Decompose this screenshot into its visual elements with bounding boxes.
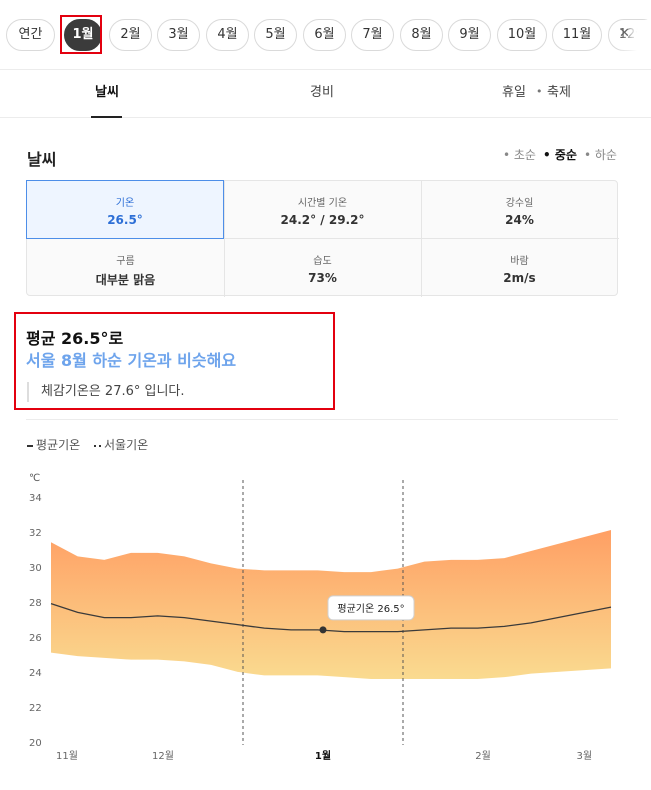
close-icon[interactable]: ✕: [619, 26, 630, 41]
dotted-line-icon: [94, 444, 101, 447]
month-chip-apr[interactable]: 4월: [206, 19, 249, 51]
y-tick-label: 30: [29, 563, 42, 574]
tab-separator-dot: •: [536, 85, 543, 98]
month-chip-oct[interactable]: 10월: [497, 19, 547, 51]
selected-month-highlight: [60, 15, 102, 54]
tab-festival[interactable]: 축제: [542, 70, 576, 118]
month-chip-feb[interactable]: 2월: [109, 19, 152, 51]
stat-value: 24.2° / 29.2°: [280, 213, 365, 227]
category-tabs: 날씨 경비 휴일 축제: [0, 70, 651, 118]
solid-line-icon: [27, 444, 33, 447]
segment-late[interactable]: • 하순: [584, 146, 617, 163]
stat-label: 구름: [116, 256, 135, 267]
tab-weather[interactable]: 날씨: [70, 70, 144, 118]
unit-label: ℃: [29, 473, 40, 484]
x-tick-label: 12월: [152, 750, 174, 762]
stat-hourly-temperature[interactable]: 시간별 기온 24.2° / 29.2°: [224, 181, 421, 238]
y-tick-label: 34: [29, 493, 42, 504]
stat-cloud[interactable]: 구름 대부분 맑음: [27, 239, 224, 296]
stat-humidity[interactable]: 습도 73%: [224, 239, 421, 296]
stat-value: 24%: [505, 213, 534, 227]
month-chip-mar[interactable]: 3월: [157, 19, 200, 51]
chart-legend: 평균기온 서울기온: [27, 436, 158, 453]
stat-label: 강수일: [505, 198, 534, 209]
active-tab-underline: [91, 116, 122, 118]
x-tick-label: 3월: [577, 750, 593, 762]
legend-seoul: 서울기온: [94, 438, 148, 452]
stat-value: 대부분 맑음: [95, 273, 156, 287]
weather-section-title: 날씨: [27, 150, 57, 169]
segment-mid[interactable]: • 중순: [543, 146, 577, 163]
y-tick-label: 32: [29, 528, 42, 539]
stat-value: 26.5°: [107, 213, 143, 227]
stat-label: 기온: [115, 198, 135, 209]
month-chip-aug[interactable]: 8월: [400, 19, 443, 51]
y-tick-label: 24: [29, 668, 42, 679]
tooltip-label: 평균기온 26.5°: [337, 603, 404, 615]
x-tick-label: 2월: [475, 750, 491, 762]
y-tick-label: 22: [29, 703, 42, 714]
month-chip-annual[interactable]: 연간: [6, 19, 55, 51]
tab-cost[interactable]: 경비: [285, 70, 359, 118]
weather-stats-grid: 기온 26.5° 시간별 기온 24.2° / 29.2° 강수일 24% 구름…: [26, 180, 619, 297]
legend-avg: 평균기온: [27, 438, 80, 452]
summary-highlight: [14, 312, 335, 410]
segment-early[interactable]: • 초순: [503, 146, 536, 163]
x-tick-label: 11월: [56, 750, 78, 762]
stat-label: 바람: [510, 256, 529, 267]
stat-value: 2m/s: [503, 271, 536, 285]
y-tick-label: 26: [29, 633, 42, 644]
stat-value: 73%: [308, 271, 337, 285]
stat-wind[interactable]: 바람 2m/s: [421, 239, 618, 296]
divider: [26, 419, 618, 420]
x-tick-label: 1월: [315, 750, 331, 762]
month-chip-jun[interactable]: 6월: [303, 19, 346, 51]
stat-precipitation[interactable]: 강수일 24%: [421, 181, 618, 238]
month-chip-may[interactable]: 5월: [254, 19, 297, 51]
y-tick-label: 20: [29, 738, 42, 749]
stat-label: 시간별 기온: [297, 198, 348, 209]
temperature-chart: ℃ 20 22 24 26 28 30 32 34 평균기온 26.5° 11월 12월 1월 2월 3월: [29, 473, 612, 762]
stat-temperature[interactable]: 기온 26.5°: [26, 180, 224, 239]
month-chip-sep[interactable]: 9월: [448, 19, 491, 51]
month-chip-nov[interactable]: 11월: [552, 19, 602, 51]
tab-holiday[interactable]: 휴일: [497, 70, 531, 118]
y-tick-label: 28: [29, 598, 42, 609]
stat-label: 습도: [313, 256, 332, 267]
month-chip-jul[interactable]: 7월: [351, 19, 394, 51]
average-point-marker: [319, 626, 327, 634]
